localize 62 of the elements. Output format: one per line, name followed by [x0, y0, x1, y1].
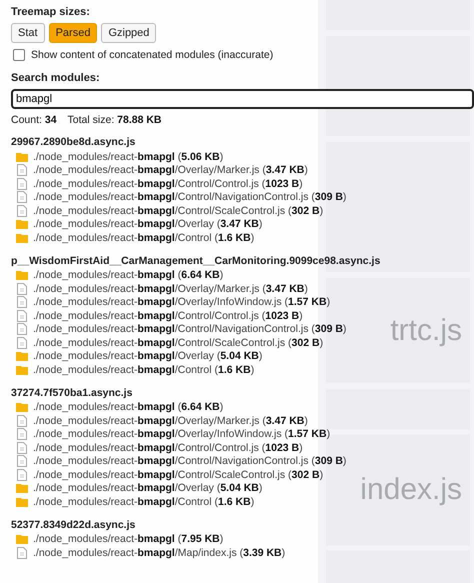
module-link[interactable]: ./node_modules/react-bmapgl/Control/Control.js (1023 B) — [33, 310, 303, 322]
module-link[interactable]: ./node_modules/react-bmapgl/Control (1.6 KB) — [33, 232, 254, 244]
folder-icon — [16, 534, 28, 544]
module-link[interactable]: ./node_modules/react-bmapgl/Control/NavigationControl.js (309 B) — [33, 455, 346, 468]
size-button[interactable]: Parsed — [48, 23, 98, 43]
module-link[interactable]: ./node_modules/react-bmapgl/Control/NavigationControl.js (309 B) — [33, 323, 346, 336]
file-icon — [16, 204, 28, 217]
module-link[interactable]: ./node_modules/react-bmapgl/Overlay/Marker.js (3.47 KB) — [33, 164, 308, 176]
tile-label: trtc.js — [390, 314, 462, 348]
module-link[interactable]: ./node_modules/react-bmapgl (5.06 KB) — [33, 150, 224, 163]
folder-icon — [16, 351, 28, 362]
file-icon — [16, 164, 28, 176]
file-icon — [16, 178, 28, 190]
size-button[interactable]: Stat — [11, 23, 45, 43]
folder-icon — [16, 483, 28, 494]
size-button[interactable]: Gzipped — [101, 23, 156, 43]
chunk-name: 52377.8349d22d.async.js — [11, 518, 136, 530]
file-icon — [16, 323, 28, 336]
module-link[interactable]: ./node_modules/react-bmapgl/Control (1.6 KB) — [33, 364, 254, 376]
module-link[interactable]: ./node_modules/react-bmapgl/Control/ScaleControl.js (302 B) — [33, 468, 324, 481]
tile-label: index.js — [360, 473, 462, 507]
file-icon — [16, 191, 28, 204]
section-label: Search modules: — [11, 72, 101, 84]
module-link[interactable]: ./node_modules/react-bmapgl/Control/Control.js (1023 B) — [33, 442, 303, 454]
module-link[interactable]: ./node_modules/react-bmapgl/Overlay (3.47 KB) — [33, 218, 262, 230]
module-link[interactable]: ./node_modules/react-bmapgl (7.95 KB) — [33, 533, 224, 546]
folder-icon — [16, 402, 28, 412]
chunk-name: 29967.2890be8d.async.js — [11, 136, 136, 148]
module-link[interactable]: ./node_modules/react-bmapgl/Overlay/Marker.js (3.47 KB) — [33, 282, 308, 295]
file-icon — [16, 336, 28, 349]
chunk-name: p__WisdomFirstAid__CarManagement__CarMonitoring.9099ce98.async.js — [11, 254, 382, 266]
checkbox[interactable] — [13, 49, 25, 61]
section-label: Treemap sizes: — [11, 6, 91, 18]
file-icon — [16, 310, 28, 322]
folder-icon — [16, 219, 28, 230]
module-link[interactable]: ./node_modules/react-bmapgl (6.64 KB) — [33, 401, 224, 414]
module-link[interactable]: ./node_modules/react-bmapgl/Control/ScaleControl.js (302 B) — [33, 336, 324, 349]
file-icon — [16, 546, 28, 559]
module-link[interactable]: ./node_modules/react-bmapgl/Control/Control.js (1023 B) — [33, 178, 303, 190]
module-link[interactable]: ./node_modules/react-bmapgl/Overlay/InfoWindow.js (1.57 KB) — [33, 428, 330, 440]
module-link[interactable]: ./node_modules/react-bmapgl/Control/ScaleControl.js (302 B) — [33, 204, 324, 217]
module-link[interactable]: ./node_modules/react-bmapgl/Map/index.js (3.39 KB) — [33, 546, 286, 559]
module-link[interactable]: ./node_modules/react-bmapgl/Overlay/Marker.js (3.47 KB) — [33, 414, 308, 427]
total-size-text: Total size: 78.88 KB — [68, 114, 162, 126]
file-icon — [16, 468, 28, 481]
file-icon — [16, 282, 28, 295]
module-link[interactable]: ./node_modules/react-bmapgl/Overlay (5.04 KB) — [33, 350, 262, 362]
search-field[interactable]: bmapgl — [11, 89, 474, 109]
module-link[interactable]: ./node_modules/react-bmapgl/Overlay (5.04 KB) — [33, 482, 262, 494]
module-link[interactable]: ./node_modules/react-bmapgl/Overlay/InfoWindow.js (1.57 KB) — [33, 296, 330, 308]
file-icon — [16, 296, 28, 308]
file-icon — [16, 428, 28, 440]
count-text: Count: 34 — [11, 114, 57, 126]
module-link[interactable]: ./node_modules/react-bmapgl/Control (1.6 KB) — [33, 496, 254, 508]
file-icon — [16, 414, 28, 427]
checkbox-label: Show content of concatenated modules (inaccurate) — [31, 49, 274, 61]
file-icon — [16, 455, 28, 468]
file-icon — [16, 442, 28, 454]
chunk-name: 37274.7f570ba1.async.js — [11, 386, 134, 398]
module-link[interactable]: ./node_modules/react-bmapgl (6.64 KB) — [33, 269, 224, 282]
folder-icon — [16, 270, 28, 280]
module-link[interactable]: ./node_modules/react-bmapgl/Control/NavigationControl.js (309 B) — [33, 191, 346, 204]
